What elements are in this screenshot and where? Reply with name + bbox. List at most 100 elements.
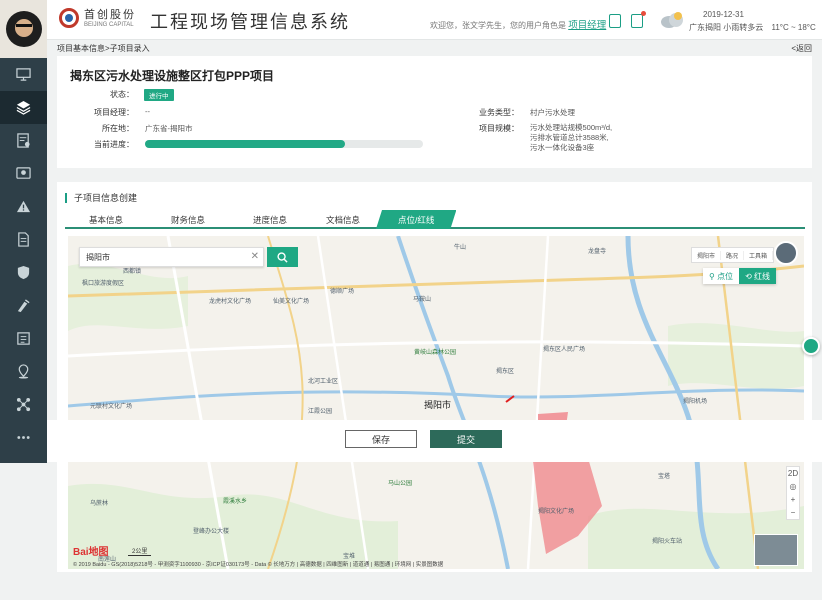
pin-icon: ⚲ [708,272,718,281]
tab-basic-info[interactable]: 基本信息 [89,214,123,226]
system-title: 工程现场管理信息系统 [150,12,350,33]
tab-progress-info[interactable]: 进度信息 [253,214,287,226]
map-label: 马鞍山 [413,297,432,303]
draw-mode-group: ⚲ 点位 ⟲ 红线 [702,268,776,284]
map-label: 揭阳火车站 [652,539,683,545]
section-title: 子项目信息创建 [65,193,137,203]
sidebar-item-map[interactable] [0,355,47,388]
weather-temp: 11°C ~ 18°C [771,23,816,32]
sidebar-item-documents[interactable] [0,223,47,256]
map-label: 宝堆 [343,554,356,560]
sidebar-item-projects[interactable] [0,91,47,124]
tab-document-info[interactable]: 文档信息 [326,214,360,226]
map-toolbar: 揭阳市 路况 工具箱 [690,247,774,263]
current-date: 2019-12-31 [703,10,744,19]
tab-bar: 基本信息 财务信息 进度信息 文档信息 点位/红线 [65,210,805,229]
map-label: 黄岐山森林公园 [414,350,457,356]
logo-mark-icon [59,8,79,28]
sidebar-item-network[interactable] [0,388,47,421]
sidebar-item-safety[interactable] [0,190,47,223]
map-label: 江霞公园 [308,409,333,415]
chat-float-button[interactable] [802,337,820,355]
baidu-map-logo: Bai地图 [73,547,109,558]
street-view-thumbnail[interactable] [754,534,798,566]
redline-mode-button[interactable]: ⟲ 红线 [739,268,776,284]
sidebar-item-dashboard[interactable] [0,58,47,91]
warning-icon [16,200,31,213]
tools-icon [17,299,30,313]
sidebar-item-reports[interactable] [0,124,47,157]
notification-icon[interactable] [631,11,646,28]
shield-icon [17,265,30,280]
map-label: 登峰办公大楼 [193,529,230,535]
layers-icon [16,100,31,115]
map-label: 宝塔 [658,474,671,480]
toolbox-menu[interactable]: 工具箱 [744,250,773,260]
submit-button[interactable]: 提交 [430,430,502,448]
top-header: 首创股份 BEIJING CAPITAL 工程现场管理信息系统 欢迎您，张文学先… [47,0,822,40]
view-2d-toggle[interactable]: 2D [787,467,799,480]
tab-finance-info[interactable]: 财务信息 [171,214,205,226]
locate-icon[interactable]: ◎ [787,480,799,493]
map-label: 龙虎村文化广场 [209,299,252,305]
clear-icon[interactable]: ✕ [251,251,259,262]
city-selector[interactable]: 揭阳市 [692,250,721,260]
scale-value: 污水处理站规模500m³/d, 污排水管道总计3588米, 污水一体化设备3座 [530,123,612,153]
cloud-rain-icon [661,12,683,28]
map-search-button[interactable] [267,247,298,267]
search-icon [277,251,288,263]
map-city-label: 揭阳市 [424,400,452,410]
screen-icon [16,167,31,179]
avatar[interactable] [0,0,47,58]
welcome-text: 欢迎您，张文学先生，您的用户角色是 项目经理 [430,17,606,31]
back-link[interactable]: <返回 [791,43,812,54]
save-button[interactable]: 保存 [345,430,417,448]
network-icon [16,397,31,412]
sidebar-item-more[interactable] [0,421,47,454]
scale-line: 污排水管道总计3588米, [530,133,609,142]
document-icon [18,232,29,247]
zoom-controls: 2D ◎ + − [786,466,800,520]
manager-value: -- [145,107,150,116]
user-role-link[interactable]: 项目经理 [568,20,606,31]
scale-line: 污水一体化设备3座 [530,143,595,152]
zoom-in-button[interactable]: + [787,493,799,506]
scale-label: 项目规模： [479,124,519,133]
project-summary-card: 揭东区污水处理设施整区打包PPP项目 状态： 进行中 项目经理： -- 所在地：… [57,56,812,168]
sidebar [0,0,47,463]
map-search-input[interactable] [80,248,240,266]
more-icon [17,436,30,439]
sidebar-item-records[interactable] [0,322,47,355]
business-type-label: 业务类型： [479,108,519,117]
weather-info: 2019-12-31 广东揭阳 小雨转多云 11°C ~ 18°C [689,8,816,34]
map-canvas[interactable]: 西都镇 枫口旅游度假区 龙虎村文化广场 仙美文化广场 德顺广场 马鞍山 黄岐山森… [68,236,804,569]
form-action-bar: 保存 提交 [47,420,822,462]
map-label: 霞溪水乡 [223,499,248,505]
sidebar-item-monitor[interactable] [0,157,47,190]
tab-point-redline[interactable]: 点位/红线 [376,210,456,229]
point-mode-button[interactable]: ⚲ 点位 [702,268,740,284]
sidebar-item-security[interactable] [0,256,47,289]
sidebar-item-construction[interactable] [0,289,47,322]
redline-mode-label: 红线 [754,272,770,281]
task-list-icon[interactable] [609,14,621,28]
zoom-out-button[interactable]: − [787,506,799,519]
weather-desc: 小雨转多云 [723,23,764,32]
business-type-value: 村户污水处理 [530,108,575,117]
progress-label: 当前进度： [94,140,134,149]
weather-location: 广东揭阳 [689,23,721,32]
address-value: 广东省-揭阳市 [145,124,193,133]
logo-name-en: BEIJING CAPITAL [84,21,134,28]
project-title: 揭东区污水处理设施整区打包PPP项目 [70,69,275,83]
manager-label: 项目经理： [94,108,134,117]
status-label: 状态： [110,90,134,99]
map-label: 龙盘寺 [588,249,607,255]
map-copyright: © 2019 Baidu - GS(2018)5218号 - 甲测资字11009… [73,562,444,568]
map-layer-switch[interactable] [774,241,798,265]
traffic-toggle[interactable]: 路况 [721,250,744,260]
scale-line: 污水处理站规模500m³/d, [530,123,613,132]
user-photo [5,11,42,47]
map-label: 牛山 [454,245,467,251]
logo-name-cn: 首创股份 [84,7,136,21]
map-label: 西都镇 [123,269,142,275]
